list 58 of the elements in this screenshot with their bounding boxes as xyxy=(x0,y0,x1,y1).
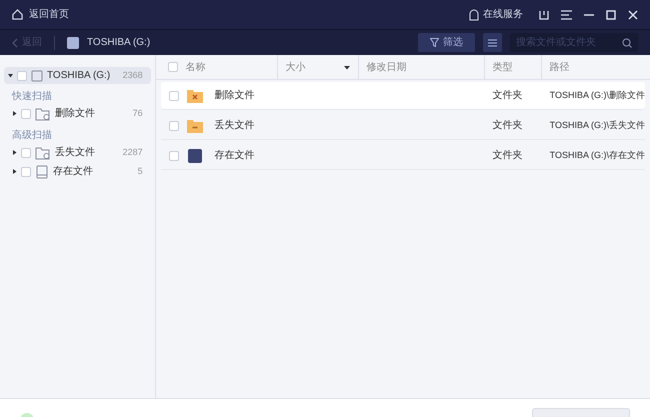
caret-right-icon[interactable] xyxy=(12,111,17,116)
close-icon[interactable] xyxy=(628,10,638,20)
table-row[interactable]: 丢失文件 文件夹 TOSHIBA (G:)\丢失文件 xyxy=(160,112,645,140)
chevron-left-icon xyxy=(12,38,18,48)
table-cell-text: TOSHIBA (G:)\存在文件 xyxy=(548,148,645,162)
maximize-icon[interactable] xyxy=(606,10,616,20)
caret-right-icon[interactable] xyxy=(12,150,17,155)
minimize-icon[interactable] xyxy=(584,14,594,16)
table-row[interactable]: 删除文件 文件夹 TOSHIBA (G:)\删除文件 xyxy=(160,82,645,110)
item-count: 2368 xyxy=(122,68,144,82)
checkbox[interactable] xyxy=(17,70,27,80)
checkbox[interactable] xyxy=(21,108,31,118)
group-heading: 快速扫描 xyxy=(10,90,53,104)
table-row[interactable]: 存在文件 文件夹 TOSHIBA (G:)\存在文件 xyxy=(160,142,645,170)
menu-icon[interactable] xyxy=(561,10,572,20)
folder-x-icon xyxy=(186,88,203,102)
checkbox[interactable] xyxy=(168,120,179,130)
caret-down-icon[interactable] xyxy=(8,73,13,78)
home-icon[interactable] xyxy=(12,9,23,20)
home-link[interactable]: 返回首页 xyxy=(29,7,69,22)
table-cell-text: 文件夹 xyxy=(492,118,524,133)
checkbox[interactable] xyxy=(21,148,31,158)
tree-label: 丢失文件 xyxy=(55,146,95,160)
tree-item[interactable]: TOSHIBA (G:) 2368 xyxy=(4,67,151,84)
funnel-icon xyxy=(430,38,439,47)
tree-item[interactable]: 删除文件 76 xyxy=(4,104,151,123)
tree-item[interactable]: 存在文件 5 xyxy=(4,162,151,181)
tree-label: TOSHIBA (G:) xyxy=(47,69,110,83)
tree-label: 删除文件 xyxy=(55,106,95,121)
item-count: 76 xyxy=(132,106,143,120)
item-count: 5 xyxy=(138,164,143,178)
table-cell-text: 文件夹 xyxy=(492,88,524,103)
online-service-link[interactable]: 在线服务 xyxy=(483,7,523,22)
table-cell-text: 存在文件 xyxy=(214,148,255,163)
drive-label: TOSHIBA (G:) xyxy=(87,36,150,50)
table-cell-text: 删除文件 xyxy=(214,88,255,103)
list-icon xyxy=(488,38,497,46)
caret-right-icon[interactable] xyxy=(12,169,17,174)
list-view-button[interactable] xyxy=(483,33,502,52)
folder-minus-icon xyxy=(186,118,203,132)
tree-item[interactable]: 丢失文件 2287 xyxy=(4,143,151,162)
checkbox[interactable] xyxy=(21,166,31,176)
checkbox[interactable] xyxy=(168,150,179,160)
checkbox[interactable] xyxy=(168,90,179,100)
item-count: 2287 xyxy=(122,146,143,159)
group-heading: 高级扫描 xyxy=(11,129,53,143)
checkbox[interactable] xyxy=(168,62,178,72)
folder-icon xyxy=(35,106,51,120)
column-label: 大小 xyxy=(286,60,306,74)
sort-caret-icon[interactable] xyxy=(344,64,350,70)
folder-icon xyxy=(35,146,51,160)
tree-label: 存在文件 xyxy=(53,164,93,179)
filter-button[interactable]: 筛选 xyxy=(418,33,475,52)
table-cell-text: TOSHIBA (G:)\丢失文件 xyxy=(548,118,645,132)
table-cell-text: TOSHIBA (G:)\删除文件 xyxy=(548,88,645,102)
search-icon[interactable] xyxy=(622,38,632,48)
table-cell-text: 丢失文件 xyxy=(214,118,255,133)
table-cell-text: 文件夹 xyxy=(492,148,524,163)
